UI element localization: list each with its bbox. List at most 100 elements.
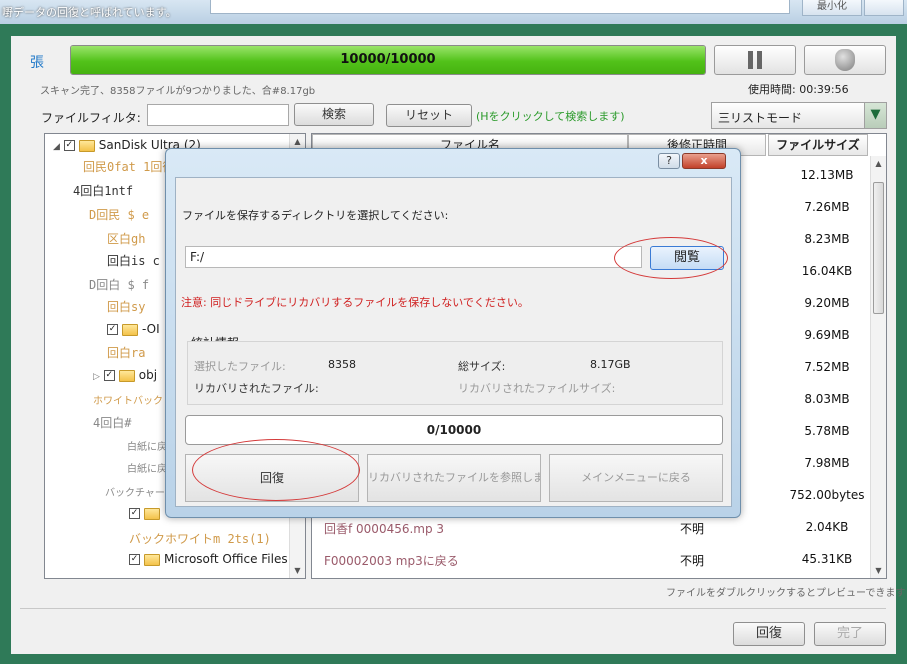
file-name[interactable]: 回香f 0000456.mp 3 — [324, 520, 444, 537]
tree-item[interactable]: バックホワイトm 2ts(1) — [129, 530, 271, 547]
chevron-down-icon[interactable]: ▼ — [864, 103, 886, 128]
search-hint: (Hをクリックして検索します) — [476, 110, 625, 123]
column-header-size[interactable]: ファイルサイズ — [768, 134, 868, 156]
search-button[interactable]: 検索 — [294, 103, 374, 126]
pause-icon — [748, 51, 762, 69]
file-size[interactable]: 12.13MB — [786, 168, 868, 182]
checkbox[interactable]: ✓ — [129, 508, 140, 519]
use-time-value: 00:39:56 — [799, 83, 849, 96]
tree-item[interactable]: 回白sy — [107, 298, 145, 315]
help-button[interactable]: ? — [658, 153, 680, 169]
file-size[interactable]: 16.04KB — [786, 264, 868, 278]
selected-files-label: 選択したファイル: — [194, 360, 286, 373]
close-window-button[interactable] — [864, 0, 904, 16]
folder-icon — [144, 553, 160, 566]
tree-item-label: -OI — [142, 322, 160, 336]
file-size[interactable]: 7.98MB — [786, 456, 868, 470]
tree-item[interactable]: ホワイトバック — [93, 392, 163, 407]
checkbox[interactable]: ✓ — [129, 554, 140, 565]
save-directory-dialog: ? x ファイルを保存するディレクトリを選択してください: F:/ 閲覧 注意:… — [165, 148, 741, 518]
filter-input[interactable] — [147, 104, 289, 126]
tree-item[interactable]: バックチャー — [105, 484, 165, 499]
tree-item[interactable]: 4回白1ntf — [73, 182, 133, 199]
tree-item[interactable]: 区白gh — [107, 230, 145, 247]
view-mode-select[interactable]: 三リストモード ▼ — [711, 102, 887, 129]
divider — [20, 608, 886, 609]
checkbox[interactable]: ✓ — [107, 324, 118, 335]
file-size[interactable]: 45.31KB — [786, 552, 868, 566]
close-dialog-button[interactable]: x — [682, 153, 726, 169]
browse-button[interactable]: 閲覧 — [650, 246, 724, 270]
preview-hint: ファイルをダブルクリックするとプレビューできます — [666, 588, 906, 599]
tree-item[interactable]: ▷ ✓ obj — [93, 368, 157, 382]
file-size[interactable]: 7.26MB — [786, 200, 868, 214]
expand-icon[interactable]: ▷ — [93, 372, 100, 382]
collapse-icon[interactable]: ◢ — [53, 142, 60, 152]
file-date[interactable]: 不明 — [680, 520, 704, 537]
minimize-button[interactable]: 最小化 — [802, 0, 862, 16]
checkbox[interactable]: ✓ — [103, 370, 115, 381]
dialog-body: ファイルを保存するディレクトリを選択してください: F:/ 閲覧 注意: 同じド… — [175, 177, 732, 507]
recovered-size-label: リカバリされたファイルサイズ: — [458, 382, 616, 395]
file-size[interactable]: 2.04KB — [786, 520, 868, 534]
tree-item[interactable]: 回白is c — [107, 252, 160, 269]
stop-button[interactable] — [804, 45, 886, 75]
file-date[interactable]: 不明 — [680, 552, 704, 569]
file-size[interactable]: 9.20MB — [786, 296, 868, 310]
filter-label: ファイルフィルタ: — [41, 111, 141, 125]
use-time-label: 使用時間: — [748, 83, 796, 96]
tree-item-label: obj — [138, 368, 158, 382]
scan-progress-text: 10000/10000 — [340, 52, 436, 67]
pause-button[interactable] — [714, 45, 796, 75]
recovered-files-label: リカバリされたファイル: — [194, 382, 319, 395]
window-title: 嘢データの回復と呼ばれています。 — [2, 6, 177, 19]
tree-item[interactable]: D回民 $ e — [89, 206, 149, 223]
use-time: 使用時間: 00:39:56 — [748, 81, 849, 97]
file-size[interactable]: 752.00bytes — [786, 488, 868, 502]
tree-item[interactable]: ✓ — [129, 506, 164, 520]
scroll-down-icon[interactable]: ▼ — [290, 566, 305, 575]
scroll-up-icon[interactable]: ▲ — [871, 159, 886, 168]
view-mode-value: 三リストモード — [718, 111, 803, 125]
scroll-up-icon[interactable]: ▲ — [290, 137, 305, 146]
tree-item[interactable]: ✓ -OI — [107, 322, 160, 336]
directory-path-input[interactable]: F:/ — [185, 246, 642, 268]
done-button[interactable]: 完了 — [814, 622, 886, 646]
tree-item[interactable]: 回白ra — [107, 344, 145, 361]
file-size[interactable]: 8.03MB — [786, 392, 868, 406]
scroll-thumb[interactable] — [873, 182, 884, 314]
folder-icon — [118, 369, 135, 382]
folder-icon — [144, 507, 160, 520]
view-recovered-button[interactable]: リカバリされたファイルを参照します — [367, 454, 541, 502]
file-size[interactable]: 9.69MB — [786, 328, 868, 342]
address-bar — [210, 0, 790, 14]
recover-button[interactable]: 回復 — [733, 622, 805, 646]
file-size[interactable]: 5.78MB — [786, 424, 868, 438]
scan-status: スキャン完了、8358ファイルが9つかりました、合#8.17gb — [40, 86, 316, 97]
scroll-down-icon[interactable]: ▼ — [871, 566, 886, 575]
tree-item[interactable]: 4回白# — [93, 414, 131, 431]
app-logo: 張 — [30, 55, 44, 71]
total-size-value: 8.17GB — [590, 358, 631, 371]
directory-prompt: ファイルを保存するディレクトリを選択してください: — [182, 209, 449, 222]
warning-text: 注意: 同じドライブにリカバリするファイルを保存しないでください。 — [181, 296, 529, 309]
total-size-label: 総サイズ: — [458, 360, 506, 373]
stats-box: 選択したファイル: 8358 総サイズ: 8.17GB リカバリされたファイル:… — [187, 341, 723, 405]
tree-item-label: Microsoft Office Files — [164, 552, 288, 566]
dialog-recover-button[interactable]: 回復 — [185, 454, 359, 502]
file-list-scrollbar[interactable]: ▲ ▼ — [870, 156, 886, 578]
stop-icon — [835, 49, 855, 71]
file-size[interactable]: 7.52MB — [786, 360, 868, 374]
checkbox[interactable]: ✓ — [63, 140, 75, 151]
scan-progress-bar: 10000/10000 — [70, 45, 706, 75]
selected-files-value: 8358 — [328, 358, 356, 371]
folder-icon — [122, 323, 138, 336]
file-size[interactable]: 8.23MB — [786, 232, 868, 246]
file-name[interactable]: F00002003 mp3に戻る — [324, 552, 459, 569]
tree-item[interactable]: D回白 $ f — [89, 276, 149, 293]
title-bar: 嘢データの回復と呼ばれています。 最小化 — [0, 0, 907, 24]
main-menu-button[interactable]: メインメニューに戻る — [549, 454, 723, 502]
reset-button[interactable]: リセット — [386, 104, 472, 127]
folder-icon — [78, 139, 95, 152]
tree-item[interactable]: ✓ Microsoft Office Files — [129, 552, 288, 566]
